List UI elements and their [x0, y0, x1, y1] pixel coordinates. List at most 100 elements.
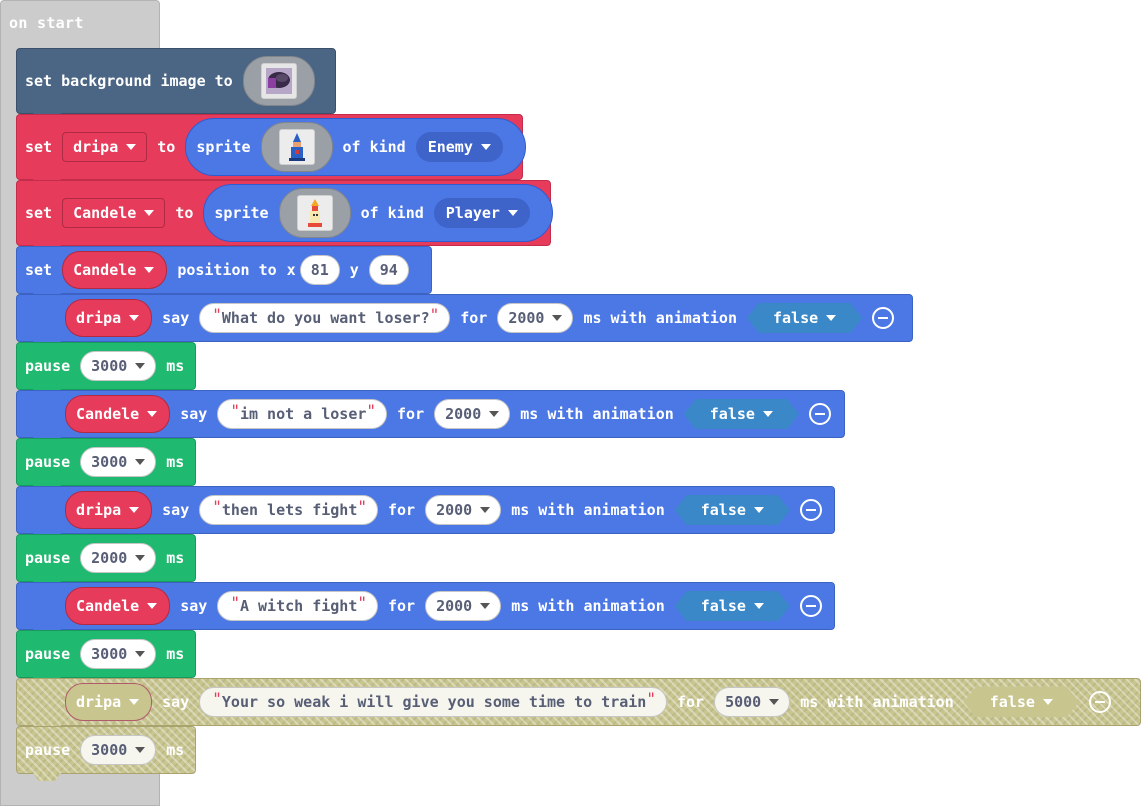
- pause-block[interactable]: pause 3000 ms: [16, 438, 196, 486]
- sprite-image-picker[interactable]: [278, 188, 351, 238]
- chevron-down-icon: [129, 315, 140, 321]
- collapse-minus-icon[interactable]: [872, 307, 895, 329]
- set-background-image-block[interactable]: set background image to: [16, 48, 336, 114]
- duration-dropdown[interactable]: 2000: [497, 303, 574, 333]
- create-sprite-reporter[interactable]: sprite of kind Player: [203, 184, 553, 242]
- say-text: Your so weak i will give you some time t…: [221, 693, 647, 711]
- on-start-label: on start: [9, 14, 84, 32]
- duration-dropdown[interactable]: 5000: [714, 687, 791, 717]
- kind-name: Player: [445, 204, 500, 222]
- sprite-variable-candele[interactable]: Candele: [65, 587, 171, 625]
- sprite-variable-dripa[interactable]: dripa: [65, 683, 153, 721]
- pause-block[interactable]: pause 3000 ms: [16, 342, 196, 390]
- background-image-thumbnail-icon: [260, 63, 297, 99]
- set-background-label: set background image to: [25, 72, 233, 90]
- set-position-block[interactable]: set Candele position to x 81 y 94: [16, 246, 432, 294]
- collapse-minus-icon[interactable]: [1088, 691, 1111, 713]
- background-image-picker[interactable]: [242, 56, 315, 106]
- kind-dropdown-enemy[interactable]: Enemy: [415, 132, 503, 162]
- pause-block[interactable]: pause 2000 ms: [16, 534, 196, 582]
- for-label: for: [460, 309, 488, 327]
- chevron-down-icon: [552, 315, 563, 321]
- of-kind-label: of kind: [360, 204, 424, 222]
- chevron-down-icon: [135, 555, 146, 561]
- chevron-down-icon: [147, 603, 158, 609]
- for-label: for: [676, 693, 705, 711]
- sprite-variable-dripa[interactable]: dripa: [65, 299, 153, 337]
- y-input[interactable]: 94: [368, 255, 409, 285]
- pause-value: 2000: [91, 549, 128, 567]
- duration-value: 2000: [436, 501, 473, 519]
- set-sprite-block-candele[interactable]: set Candele to sprite of kind Player: [16, 180, 553, 246]
- set-label: set: [25, 261, 53, 279]
- duration-dropdown[interactable]: 2000: [434, 399, 511, 429]
- chevron-down-icon: [135, 651, 146, 657]
- say-text-input[interactable]: " im not a loser ": [217, 399, 388, 429]
- ms-with-animation-label: ms with animation: [520, 405, 674, 423]
- ms-label: ms: [166, 549, 185, 567]
- collapse-minus-icon[interactable]: [799, 595, 822, 617]
- pause-duration-dropdown[interactable]: 3000: [80, 447, 157, 477]
- pause-duration-dropdown[interactable]: 3000: [80, 735, 157, 765]
- sprite-label: sprite: [196, 138, 251, 156]
- say-label: say: [162, 309, 190, 327]
- say-block[interactable]: dripa say " then lets fight " for 2000 ms …: [16, 486, 835, 534]
- animation-value: false: [989, 693, 1035, 711]
- pause-block-disabled[interactable]: pause 3000 ms: [16, 726, 196, 774]
- collapse-minus-icon[interactable]: [808, 403, 831, 425]
- x-input[interactable]: 81: [299, 255, 340, 285]
- say-text-input[interactable]: " then lets fight ": [199, 495, 378, 525]
- pause-duration-dropdown[interactable]: 3000: [80, 351, 157, 381]
- set-label: set: [25, 204, 53, 222]
- duration-value: 2000: [445, 405, 482, 423]
- x-label: x: [286, 261, 296, 279]
- pause-block[interactable]: pause 3000 ms: [16, 630, 196, 678]
- animation-boolean-dropdown[interactable]: false: [675, 495, 790, 525]
- say-block[interactable]: dripa say " What do you want loser? " for …: [16, 294, 913, 342]
- say-block[interactable]: Candele say " im not a loser " for 2000 ms…: [16, 390, 845, 438]
- animation-boolean-dropdown[interactable]: false: [675, 591, 790, 621]
- variable-name: dripa: [76, 501, 122, 519]
- set-sprite-block-dripa[interactable]: set dripa to sprite of kind Enemy: [16, 114, 526, 180]
- animation-value: false: [700, 597, 746, 615]
- chevron-down-icon: [144, 267, 155, 273]
- animation-boolean-dropdown[interactable]: false: [747, 303, 862, 333]
- sprite-variable-dripa[interactable]: dripa: [65, 491, 153, 529]
- create-sprite-reporter[interactable]: sprite of kind Enemy: [185, 118, 526, 176]
- pause-duration-dropdown[interactable]: 2000: [80, 543, 157, 573]
- open-quote: ": [212, 304, 222, 324]
- chevron-down-icon: [144, 210, 155, 216]
- animation-boolean-dropdown[interactable]: false: [684, 399, 799, 429]
- variable-name: Candele: [73, 261, 137, 279]
- pause-value: 3000: [91, 741, 128, 759]
- say-block[interactable]: Candele say " A witch fight " for 2000 ms …: [16, 582, 835, 630]
- animation-value: false: [700, 501, 746, 519]
- candle-sprite-thumbnail-icon: [296, 195, 333, 231]
- say-text-input[interactable]: " A witch fight ": [217, 591, 378, 621]
- variable-dropdown-dripa[interactable]: dripa: [62, 132, 148, 162]
- say-text-input[interactable]: " Your so weak i will give you some time …: [199, 687, 667, 717]
- ms-label: ms: [166, 453, 185, 471]
- sprite-variable-candele[interactable]: Candele: [62, 251, 168, 289]
- sprite-variable-candele[interactable]: Candele: [65, 395, 171, 433]
- chevron-down-icon: [135, 363, 146, 369]
- kind-name: Enemy: [427, 138, 473, 156]
- say-text-input[interactable]: " What do you want loser? ": [199, 303, 451, 333]
- kind-dropdown-player[interactable]: Player: [433, 198, 530, 228]
- variable-name: Candele: [76, 405, 140, 423]
- duration-dropdown[interactable]: 2000: [425, 591, 502, 621]
- say-block-disabled[interactable]: dripa say " Your so weak i will give you …: [16, 678, 1141, 726]
- duration-dropdown[interactable]: 2000: [425, 495, 502, 525]
- chevron-down-icon: [754, 507, 764, 513]
- animation-boolean-dropdown[interactable]: false: [964, 687, 1079, 717]
- variable-dropdown-candele[interactable]: Candele: [62, 198, 166, 228]
- chevron-down-icon: [489, 411, 500, 417]
- chevron-down-icon: [135, 459, 146, 465]
- pause-duration-dropdown[interactable]: 3000: [80, 639, 157, 669]
- pause-value: 3000: [91, 645, 128, 663]
- chevron-down-icon: [480, 507, 491, 513]
- ms-with-animation-label: ms with animation: [511, 597, 665, 615]
- say-label: say: [180, 405, 208, 423]
- sprite-image-picker[interactable]: [260, 122, 333, 172]
- collapse-minus-icon[interactable]: [799, 499, 822, 521]
